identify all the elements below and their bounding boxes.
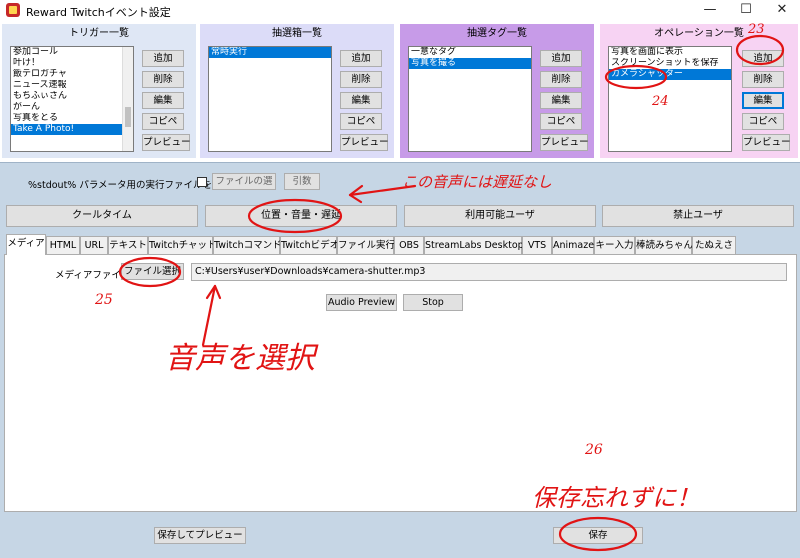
annotation-select-audio: 音声を選択 (165, 341, 315, 376)
tab-7[interactable]: ファイル実行 (337, 236, 395, 254)
minimize-button[interactable]: — (692, 0, 728, 22)
trigger-add-button[interactable]: 追加 (142, 50, 184, 67)
tab-1[interactable]: HTML (46, 236, 80, 254)
position-volume-delay-button[interactable]: 位置・音量・遅延 (205, 205, 397, 227)
media-path-field[interactable]: C:¥Users¥user¥Downloads¥camera-shutter.m… (191, 263, 787, 281)
list-item[interactable]: 写真を画面に表示 (609, 47, 731, 58)
tab-2[interactable]: URL (80, 236, 108, 254)
close-button[interactable]: ✕ (764, 0, 800, 22)
tab-0[interactable]: メディア (6, 234, 46, 255)
lottery-tag-panel: 抽選タグ一覧 一意なタグ 写真を撮る 追加削除編集コピペプレビュー (400, 24, 594, 158)
trigger-panel: トリガー一覧 参加コール 叶け！ 飯テロガチャ ニュース速報 もちふぃさん がーん 写真をと… (2, 24, 196, 158)
operation-add-button[interactable]: 追加 (742, 50, 784, 67)
tab-4[interactable]: Twitchチャット (148, 236, 217, 254)
annotation-23: 23 (748, 22, 765, 37)
lottery-tag-delete-button[interactable]: 削除 (540, 71, 582, 88)
tab-9[interactable]: StreamLabs Desktop (424, 236, 524, 254)
stdout-file-button[interactable]: ファイルの選 (212, 173, 276, 190)
trigger-list[interactable]: 参加コール 叶け！ 飯テロガチャ ニュース速報 もちふぃさん がーん 写真をとる Take A… (10, 46, 134, 152)
operation-delete-button[interactable]: 削除 (742, 71, 784, 88)
tab-11[interactable]: Animaze (552, 236, 594, 254)
lottery-tag-edit-button[interactable]: 編集 (540, 92, 582, 109)
list-item[interactable]: 写真を撮る (409, 58, 531, 69)
lottery-box-preview-button[interactable]: プレビュー (340, 134, 389, 151)
panel-header: トリガー一覧 (69, 28, 129, 39)
save-and-preview-button[interactable]: 保存してプレビュー (154, 527, 246, 544)
app-icon (6, 3, 20, 17)
lottery-box-panel: 抽選箱一覧 常時実行 追加削除編集コピペプレビュー (200, 24, 394, 158)
lottery-box-list[interactable]: 常時実行 (208, 46, 332, 152)
lottery-box-add-button[interactable]: 追加 (340, 50, 382, 67)
lottery-tag-copy-paste-button[interactable]: コピペ (540, 113, 582, 130)
tab-3[interactable]: テキスト (108, 236, 148, 254)
panel-header: 抽選タグ一覧 (467, 28, 527, 39)
title-bar: Reward Twitchイベント設定 — ☐ ✕ (0, 0, 800, 22)
list-item[interactable]: もちふぃさん (11, 91, 122, 102)
scrollbar-thumb[interactable] (125, 107, 131, 127)
annotation-26: 26 (585, 442, 603, 458)
annotation-no-delay: この音声には遅延なし (402, 173, 553, 191)
lottery-box-delete-button[interactable]: 削除 (340, 71, 382, 88)
list-item[interactable]: スクリーンショットを保存 (609, 58, 731, 69)
panel-header: 抽選箱一覧 (272, 28, 322, 39)
operation-panel: オペレーション一覧 写真を画面に表示 スクリーンショットを保存 カメラシャッター 追… (600, 24, 798, 158)
media-tab-page (4, 254, 797, 512)
operation-edit-button[interactable]: 編集 (742, 92, 784, 109)
save-button[interactable]: 保存 (553, 527, 643, 544)
stdout-checkbox[interactable] (197, 177, 207, 187)
operation-copy-paste-button[interactable]: コピペ (742, 113, 784, 130)
trigger-delete-button[interactable]: 削除 (142, 71, 184, 88)
operation-preview-button[interactable]: プレビュー (742, 134, 791, 151)
tab-13[interactable]: 棒読みちゃん (635, 236, 693, 254)
lottery-tag-list[interactable]: 一意なタグ 写真を撮る (408, 46, 532, 152)
list-item[interactable]: 常時実行 (209, 47, 331, 58)
tab-6[interactable]: Twitchビデオ (280, 236, 339, 254)
annotation-dont-forget: 保存忘れずに！ (532, 484, 700, 512)
trigger-edit-button[interactable]: 編集 (142, 92, 184, 109)
annotation-24: 24 (652, 94, 669, 109)
cooltime-button[interactable]: クールタイム (6, 205, 198, 227)
list-item[interactable]: 叶け！ (11, 58, 122, 69)
lottery-box-edit-button[interactable]: 編集 (340, 92, 382, 109)
list-item[interactable]: ニュース速報 (11, 80, 122, 91)
trigger-copy-paste-button[interactable]: コピペ (142, 113, 184, 130)
stop-button[interactable]: Stop (403, 294, 463, 311)
lottery-box-copy-paste-button[interactable]: コピペ (340, 113, 382, 130)
lottery-tag-preview-button[interactable]: プレビュー (540, 134, 589, 151)
allowed-users-button[interactable]: 利用可能ユーザ (404, 205, 596, 227)
tab-10[interactable]: VTS (522, 236, 552, 254)
file-select-button[interactable]: ファイル選択 (121, 263, 184, 280)
tab-5[interactable]: Twitchコマンド (213, 236, 282, 254)
list-item[interactable]: がーん (11, 102, 122, 113)
list-item[interactable]: カメラシャッター (609, 69, 731, 80)
panel-header: オペレーション一覧 (654, 28, 744, 39)
list-item[interactable]: 一意なタグ (409, 47, 531, 58)
tab-14[interactable]: たぬえさ (692, 236, 736, 254)
media-file-label: メディアファイル (55, 270, 131, 281)
annotation-25: 25 (95, 292, 113, 308)
trigger-preview-button[interactable]: プレビュー (142, 134, 191, 151)
window-title: Reward Twitchイベント設定 (26, 6, 171, 19)
maximize-button[interactable]: ☐ (728, 0, 764, 22)
lottery-tag-add-button[interactable]: 追加 (540, 50, 582, 67)
banned-users-button[interactable]: 禁止ユーザ (602, 205, 794, 227)
stdout-arg-button[interactable]: 引数 (284, 173, 320, 190)
tab-12[interactable]: キー入力 (594, 236, 635, 254)
audio-preview-button[interactable]: Audio Preview (326, 294, 397, 311)
tab-8[interactable]: OBS (394, 236, 424, 254)
list-item[interactable]: 参加コール (11, 47, 122, 58)
operation-list[interactable]: 写真を画面に表示 スクリーンショットを保存 カメラシャッター (608, 46, 732, 152)
list-item[interactable]: 写真をとる (11, 113, 122, 124)
list-item[interactable]: 飯テロガチャ (11, 69, 122, 80)
list-item[interactable]: Take A Photo! (11, 124, 122, 135)
list-scrollbar[interactable] (122, 47, 133, 151)
